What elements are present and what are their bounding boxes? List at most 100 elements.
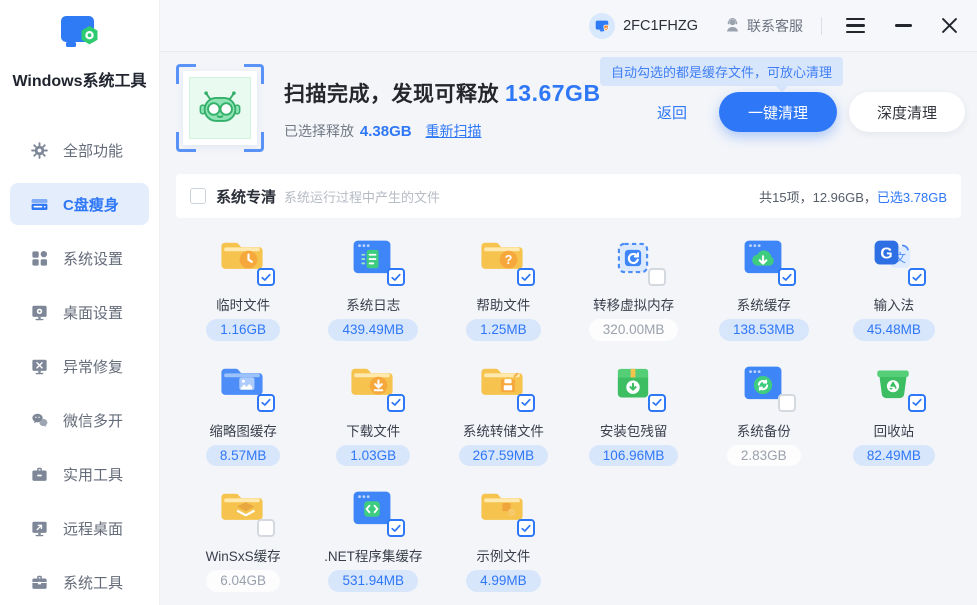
contact-support-label: 联系客服 xyxy=(747,16,803,36)
back-button[interactable]: 返回 xyxy=(651,101,693,124)
item-label: 下载文件 xyxy=(346,420,400,438)
item-checkbox[interactable] xyxy=(257,394,275,412)
chip-refresh-icon xyxy=(607,232,661,286)
item-label: 缩略图缓存 xyxy=(209,420,277,438)
section-summary: 共15项，12.96GB，已选3.78GB xyxy=(759,187,947,206)
sidebar-item-briefcase[interactable]: 系统工具 xyxy=(10,561,149,603)
cleanup-item[interactable]: WinSxS缓存 6.04GB xyxy=(178,483,308,592)
item-checkbox[interactable] xyxy=(257,519,275,537)
sidebar-item-label: 远程桌面 xyxy=(63,518,123,539)
item-checkbox[interactable] xyxy=(648,394,666,412)
item-checkbox[interactable] xyxy=(387,519,405,537)
cleanup-item[interactable]: 系统转储文件 267.59MB xyxy=(438,358,568,467)
item-label: 系统备份 xyxy=(737,420,791,438)
rescan-link[interactable]: 重新扫描 xyxy=(425,123,481,139)
cleanup-item[interactable]: .NET程序集缓存 531.94MB xyxy=(308,483,438,592)
cleanup-item[interactable]: 回收站82.49MB xyxy=(829,358,959,467)
one-click-clean-button[interactable]: 一键清理 xyxy=(719,92,837,132)
grid-icon xyxy=(30,249,49,268)
titlebar-divider xyxy=(821,17,822,35)
item-size-badge: 267.59MB xyxy=(459,445,549,467)
app-window: Windows系统工具 全部功能C盘瘦身系统设置桌面设置异常修复微信多开实用工具… xyxy=(0,0,977,605)
summary-selected: 已选3.78GB xyxy=(877,190,947,205)
item-label: WinSxS缓存 xyxy=(206,545,281,563)
scan-title: 扫描完成，发现可释放13.67GB xyxy=(284,78,601,108)
folder-image-icon xyxy=(216,358,270,412)
minimize-icon xyxy=(895,24,912,26)
sidebar-item-gear[interactable]: 全部功能 xyxy=(10,129,149,171)
cleanup-item[interactable]: 示例文件4.99MB xyxy=(438,483,568,592)
menu-button[interactable] xyxy=(842,14,869,38)
sidebar-item-remote-desktop[interactable]: 远程桌面 xyxy=(10,507,149,549)
recycle-bin-icon xyxy=(867,358,921,412)
sidebar-item-label: 系统工具 xyxy=(63,572,123,593)
item-size-badge: 1.25MB xyxy=(466,319,541,341)
item-label: 系统转储文件 xyxy=(463,420,544,438)
sidebar-item-label: 系统设置 xyxy=(63,248,123,269)
section-title: 系统专清 xyxy=(216,186,276,207)
item-checkbox[interactable] xyxy=(517,519,535,537)
device-id-chip[interactable]: 2FC1FHZG xyxy=(589,13,698,39)
item-checkbox[interactable] xyxy=(517,394,535,412)
item-checkbox[interactable] xyxy=(908,268,926,286)
item-size-badge: 6.04GB xyxy=(206,570,280,592)
main-area: 2FC1FHZG 联系客服 xyxy=(160,0,977,605)
close-button[interactable] xyxy=(938,14,961,37)
item-size-badge: 8.57MB xyxy=(206,445,281,467)
sidebar-item-monitor-gear[interactable]: 桌面设置 xyxy=(10,291,149,333)
item-checkbox[interactable] xyxy=(257,268,275,286)
cleanup-item[interactable]: 系统备份 2.83GB xyxy=(699,358,829,467)
header-actions: 返回 一键清理 深度清理 xyxy=(651,92,965,132)
sidebar-item-drive[interactable]: C盘瘦身 xyxy=(10,183,149,225)
selected-prefix: 已选择释放 xyxy=(284,123,354,139)
item-checkbox[interactable] xyxy=(648,268,666,286)
cleanup-item[interactable]: 系统缓存138.53MB xyxy=(699,232,829,341)
cleanup-item[interactable]: 缩略图缓存 8.57MB xyxy=(178,358,308,467)
item-checkbox[interactable] xyxy=(778,268,796,286)
app-logo-icon xyxy=(56,10,104,58)
monitor-repair-icon xyxy=(30,357,49,376)
sidebar-item-monitor-repair[interactable]: 异常修复 xyxy=(10,345,149,387)
item-size-badge: 439.49MB xyxy=(328,319,418,341)
package-download-icon xyxy=(607,358,661,412)
item-checkbox[interactable] xyxy=(778,394,796,412)
item-label: 系统日志 xyxy=(346,294,400,312)
sidebar-menu: 全部功能 C盘瘦身系统设置桌面设置异常修复微信多开实用工具远程桌面系统工具 xyxy=(0,91,159,603)
scan-robot-icon xyxy=(176,64,264,152)
cleanup-item[interactable]: 下载文件 1.03GB xyxy=(308,358,438,467)
deep-clean-button[interactable]: 深度清理 xyxy=(849,92,965,132)
select-all-checkbox[interactable] xyxy=(190,188,206,204)
titlebar: 2FC1FHZG 联系客服 xyxy=(160,0,977,52)
sidebar-item-label: 桌面设置 xyxy=(63,302,123,323)
contact-support-button[interactable]: 联系客服 xyxy=(724,16,803,36)
cleanup-item[interactable]: 临时文件1.16GB xyxy=(178,232,308,341)
sidebar-item-toolbox[interactable]: 实用工具 xyxy=(10,453,149,495)
item-checkbox[interactable] xyxy=(387,268,405,286)
sidebar-item-grid[interactable]: 系统设置 xyxy=(10,237,149,279)
item-size-badge: 2.83GB xyxy=(727,445,801,467)
item-size-badge: 1.16GB xyxy=(206,319,280,341)
cleanup-item[interactable]: 转移虚拟内存320.00MB xyxy=(569,232,699,341)
minimize-button[interactable] xyxy=(891,20,916,30)
item-checkbox[interactable] xyxy=(517,268,535,286)
item-checkbox[interactable] xyxy=(387,394,405,412)
cleanup-items-grid: 临时文件1.16GB 系统日志 439.49MB ?帮助文件1.25MB转移虚拟内存3… xyxy=(160,218,977,592)
cleanup-item[interactable]: 安装包残留106.96MB xyxy=(569,358,699,467)
item-label: 转移虚拟内存 xyxy=(593,294,674,312)
cleanup-item[interactable]: 系统日志 439.49MB xyxy=(308,232,438,341)
item-label: .NET程序集缓存 xyxy=(324,545,422,563)
cleanup-item[interactable]: 文G输入法45.48MB xyxy=(829,232,959,341)
sidebar-item-label: 异常修复 xyxy=(63,356,123,377)
wechat-icon xyxy=(30,411,49,430)
device-id: 2FC1FHZG xyxy=(623,18,698,34)
cleanup-item[interactable]: ?帮助文件1.25MB xyxy=(438,232,568,341)
item-checkbox[interactable] xyxy=(908,394,926,412)
sidebar-item-label: 微信多开 xyxy=(63,410,123,431)
item-size-badge: 531.94MB xyxy=(328,570,418,592)
sidebar-item-wechat[interactable]: 微信多开 xyxy=(10,399,149,441)
folder-dump-icon xyxy=(476,358,530,412)
folder-question-icon: ? xyxy=(476,232,530,286)
sidebar-item-label: 实用工具 xyxy=(63,464,123,485)
headset-person-icon xyxy=(724,17,741,34)
item-size-badge: 1.03GB xyxy=(336,445,410,467)
